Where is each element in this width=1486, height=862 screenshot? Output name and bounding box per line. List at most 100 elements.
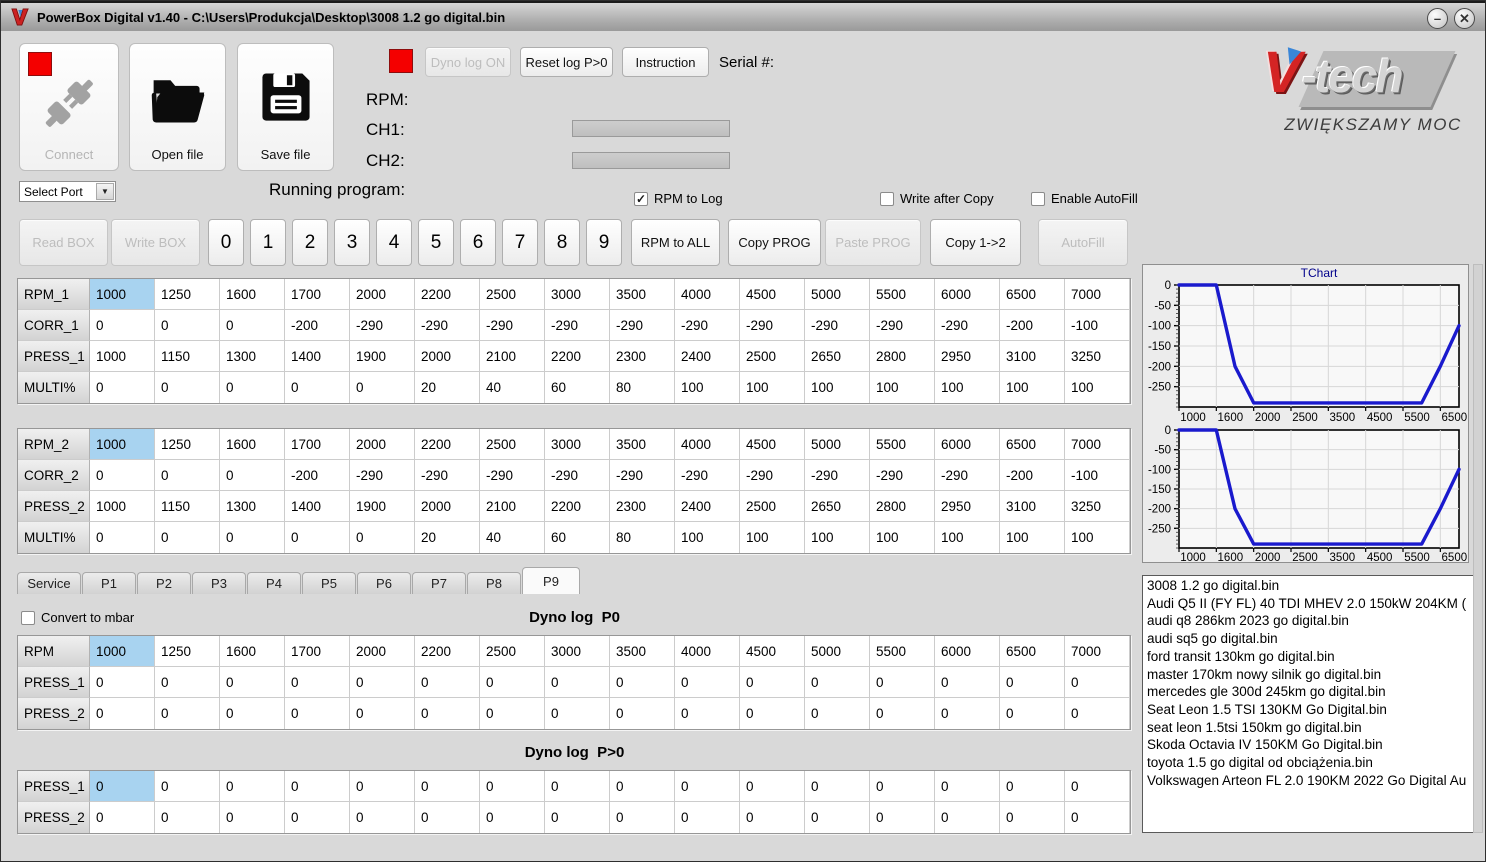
table-cell[interactable]: 100 — [805, 372, 870, 403]
table-cell[interactable]: 1250 — [155, 429, 220, 460]
table-cell[interactable]: -290 — [610, 460, 675, 491]
table-cell[interactable]: 100 — [1065, 372, 1130, 403]
tab-p3[interactable]: P3 — [192, 572, 246, 594]
table-cell[interactable]: 0 — [545, 802, 610, 833]
tab-p1[interactable]: P1 — [82, 572, 136, 594]
table-cell[interactable]: 1000 — [90, 636, 155, 667]
table-cell[interactable]: 0 — [155, 372, 220, 403]
table-cell[interactable]: -290 — [870, 460, 935, 491]
file-list-item[interactable]: master 170km nowy silnik go digital.bin — [1147, 666, 1474, 684]
table-cell[interactable]: 4000 — [675, 429, 740, 460]
connect-button[interactable]: Connect — [19, 43, 119, 171]
table-cell[interactable]: 2500 — [740, 491, 805, 522]
tab-p5[interactable]: P5 — [302, 572, 356, 594]
table-cell[interactable]: 0 — [220, 460, 285, 491]
table-cell[interactable]: -290 — [350, 310, 415, 341]
table-cell[interactable]: 0 — [220, 771, 285, 802]
table-cell[interactable]: 4500 — [740, 429, 805, 460]
table-cell[interactable]: 100 — [805, 522, 870, 553]
table-cell[interactable]: 2100 — [480, 341, 545, 372]
file-list-item[interactable]: Audi Q5 II (FY FL) 40 TDI MHEV 2.0 150kW… — [1147, 595, 1474, 613]
table-cell[interactable]: 0 — [220, 667, 285, 698]
table-cell[interactable]: 0 — [220, 802, 285, 833]
open-file-button[interactable]: Open file — [129, 43, 226, 171]
table-cell[interactable]: 100 — [1000, 522, 1065, 553]
table-cell[interactable]: 0 — [805, 771, 870, 802]
tab-p7[interactable]: P7 — [412, 572, 466, 594]
table-cell[interactable]: 0 — [350, 372, 415, 403]
table-cell[interactable]: -290 — [480, 310, 545, 341]
table-cell[interactable]: 0 — [1000, 667, 1065, 698]
table-cell[interactable]: 1300 — [220, 491, 285, 522]
table-cell[interactable]: 0 — [90, 698, 155, 729]
table-cell[interactable]: 0 — [415, 802, 480, 833]
table-cell[interactable]: 1300 — [220, 341, 285, 372]
table-cell[interactable]: 0 — [155, 310, 220, 341]
table-cell[interactable]: 0 — [90, 522, 155, 553]
table-cell[interactable]: 0 — [675, 802, 740, 833]
table-cell[interactable]: 1000 — [90, 429, 155, 460]
table-cell[interactable]: 2400 — [675, 491, 740, 522]
table-cell[interactable]: 0 — [1065, 771, 1130, 802]
table-cell[interactable]: 0 — [675, 698, 740, 729]
table-cell[interactable]: 0 — [740, 802, 805, 833]
table-cell[interactable]: 3500 — [610, 636, 675, 667]
dyno-log-on-button[interactable]: Dyno log ON — [425, 47, 511, 77]
table-cell[interactable]: -290 — [805, 310, 870, 341]
table-cell[interactable]: 0 — [675, 771, 740, 802]
table-cell[interactable]: 0 — [480, 667, 545, 698]
table-cell[interactable]: 6000 — [935, 636, 1000, 667]
table-cell[interactable]: 3100 — [1000, 491, 1065, 522]
reset-log-button[interactable]: Reset log P>0 — [520, 47, 613, 77]
table-cell[interactable]: 0 — [220, 522, 285, 553]
table-cell[interactable]: 0 — [285, 667, 350, 698]
table-cell[interactable]: 0 — [480, 698, 545, 729]
file-list-item[interactable]: Seat Leon 1.5 TSI 130KM Go Digital.bin — [1147, 701, 1474, 719]
table-cell[interactable]: 0 — [90, 310, 155, 341]
enable-autofill-checkbox[interactable]: Enable AutoFill — [1031, 191, 1138, 206]
table-cell[interactable]: 0 — [1065, 698, 1130, 729]
table-cell[interactable]: 4000 — [675, 279, 740, 310]
table-cell[interactable]: 0 — [220, 372, 285, 403]
table-cell[interactable]: 0 — [155, 460, 220, 491]
table-cell[interactable]: 100 — [740, 372, 805, 403]
table-cell[interactable]: 0 — [610, 771, 675, 802]
table-cell[interactable]: 0 — [90, 802, 155, 833]
file-list-item[interactable]: Skoda Octavia IV 150KM Go Digital.bin — [1147, 736, 1474, 754]
table-cell[interactable]: 2300 — [610, 341, 675, 372]
copy-1-to-2-button[interactable]: Copy 1->2 — [930, 219, 1021, 266]
table-cell[interactable]: 100 — [935, 372, 1000, 403]
table-cell[interactable]: -290 — [415, 460, 480, 491]
table-cell[interactable]: 1250 — [155, 636, 220, 667]
table-cell[interactable]: 2200 — [415, 279, 480, 310]
table-cell[interactable]: 0 — [545, 771, 610, 802]
program-button-5[interactable]: 5 — [418, 219, 454, 266]
program-button-6[interactable]: 6 — [460, 219, 496, 266]
table-cell[interactable]: 2500 — [480, 279, 545, 310]
table-cell[interactable]: 0 — [220, 698, 285, 729]
program-button-1[interactable]: 1 — [250, 219, 286, 266]
table-cell[interactable]: 2950 — [935, 491, 1000, 522]
table-cell[interactable]: 7000 — [1065, 279, 1130, 310]
file-list-item[interactable]: 3008 1.2 go digital.bin — [1147, 577, 1474, 595]
table-cell[interactable]: 100 — [675, 522, 740, 553]
table-cell[interactable]: 1700 — [285, 429, 350, 460]
table-cell[interactable]: 20 — [415, 372, 480, 403]
table-cell[interactable]: 0 — [805, 802, 870, 833]
table-cell[interactable]: 0 — [415, 667, 480, 698]
table-cell[interactable]: 2000 — [350, 279, 415, 310]
table-cell[interactable]: 2200 — [545, 341, 610, 372]
table-cell[interactable]: 1600 — [220, 429, 285, 460]
table-cell[interactable]: 0 — [350, 771, 415, 802]
table-cell[interactable]: 5500 — [870, 429, 935, 460]
table-cell[interactable]: 4500 — [740, 636, 805, 667]
table-cell[interactable]: 7000 — [1065, 636, 1130, 667]
table-cell[interactable]: 0 — [155, 802, 220, 833]
tab-p9[interactable]: P9 — [522, 567, 580, 594]
program-button-2[interactable]: 2 — [292, 219, 328, 266]
table-cell[interactable]: 0 — [285, 802, 350, 833]
table-cell[interactable]: 2800 — [870, 341, 935, 372]
table-cell[interactable]: 0 — [935, 667, 1000, 698]
table-cell[interactable]: 2200 — [415, 636, 480, 667]
table-cell[interactable]: 0 — [155, 522, 220, 553]
